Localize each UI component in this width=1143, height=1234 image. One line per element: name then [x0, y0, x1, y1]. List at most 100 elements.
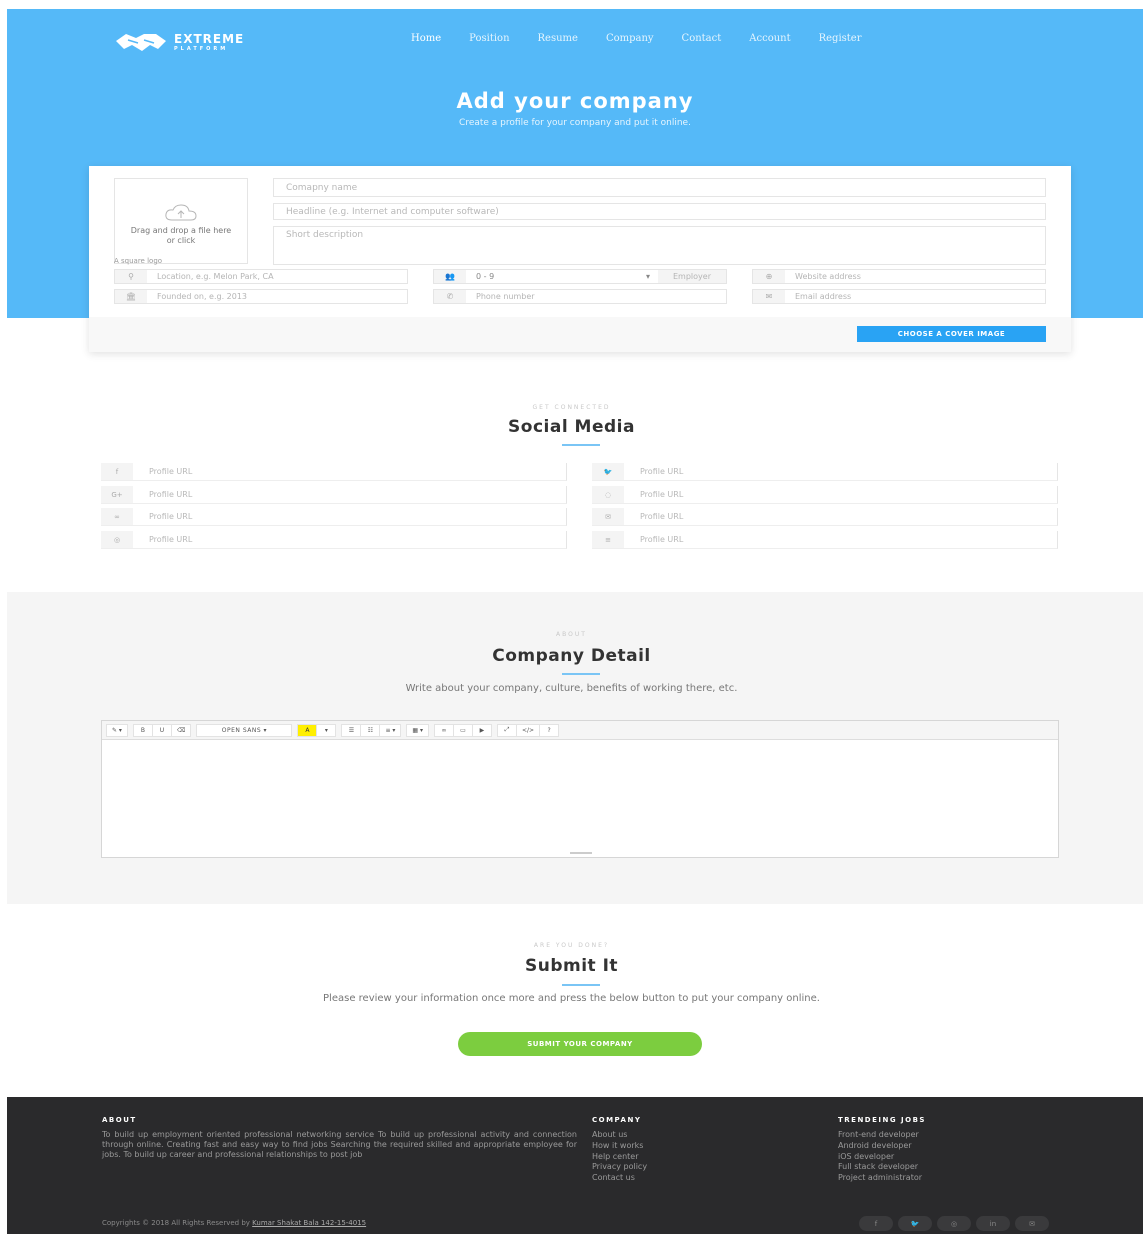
footer-dribbble-icon[interactable]: ◎	[937, 1216, 971, 1231]
location-field[interactable]: ⚲ Location, e.g. Melon Park, CA	[114, 269, 408, 284]
users-icon: 👥	[434, 270, 466, 283]
flickr-url-field[interactable]: ∞ Profile URL	[101, 508, 567, 526]
text-color-button[interactable]: A	[297, 723, 318, 737]
website-placeholder: Website address	[795, 272, 861, 281]
chevron-down-icon: ▾	[645, 272, 650, 281]
choose-cover-image-button[interactable]: CHOOSE A COVER IMAGE	[857, 326, 1046, 342]
facebook-url-field[interactable]: f Profile URL	[101, 463, 567, 481]
editor-toolbar: ✎ ▾ B U ⌫ OPEN SANS ▾ A ▾ ☰ ☷ ≡ ▾ ▦ ▾ ∞ …	[102, 721, 1058, 740]
google-plus-url-field[interactable]: G+ Profile URL	[101, 486, 567, 504]
video-button[interactable]: ▶	[471, 723, 492, 737]
facebook-icon: f	[101, 463, 133, 480]
footer-jobs-links: Front-end developer Android developer iO…	[838, 1130, 922, 1184]
rich-text-editor[interactable]: ✎ ▾ B U ⌫ OPEN SANS ▾ A ▾ ☰ ☷ ≡ ▾ ▦ ▾ ∞ …	[101, 720, 1059, 858]
footer-linkedin-icon[interactable]: in	[976, 1216, 1010, 1231]
email-field[interactable]: ✉ Email address	[752, 289, 1046, 304]
help-button[interactable]: ?	[539, 723, 560, 737]
nav-account[interactable]: Account	[749, 33, 790, 44]
site-footer: ABOUT To build up employment oriented pr…	[7, 1097, 1143, 1234]
style-dropdown[interactable]: ✎ ▾	[106, 723, 128, 737]
brand-line2: PLATFORM	[174, 45, 229, 52]
footer-company-links: About us How it works Help center Privac…	[592, 1130, 647, 1184]
envelope-url-field[interactable]: ✉ Profile URL	[592, 508, 1058, 526]
twitter-placeholder: Profile URL	[640, 467, 684, 476]
page-subtitle: Create a profile for your company and pu…	[459, 118, 691, 128]
eraser-button[interactable]: ⌫	[170, 723, 192, 737]
nav-resume[interactable]: Resume	[538, 33, 578, 44]
submit-lead: Please review your information once more…	[323, 993, 820, 1004]
footer-envelope-icon[interactable]: ✉	[1015, 1216, 1049, 1231]
employees-select[interactable]: 👥 0 - 9 ▾ Employer	[433, 269, 727, 284]
dribbble-url-field[interactable]: ◎ Profile URL	[101, 531, 567, 549]
footer-link-how-it-works[interactable]: How it works	[592, 1141, 647, 1152]
github-placeholder: Profile URL	[640, 490, 684, 499]
nav-contact[interactable]: Contact	[682, 33, 722, 44]
font-family-dropdown[interactable]: OPEN SANS ▾	[196, 723, 293, 737]
nav-home[interactable]: Home	[411, 33, 441, 44]
company-name-input[interactable]: Comapny name	[273, 178, 1046, 197]
email-placeholder: Email address	[795, 292, 852, 301]
flickr-placeholder: Profile URL	[149, 512, 193, 521]
footer-link-privacy[interactable]: Privacy policy	[592, 1162, 647, 1173]
picture-button[interactable]: ▭	[452, 723, 473, 737]
brand[interactable]: EXTREME PLATFORM	[114, 31, 244, 53]
nav-company[interactable]: Company	[606, 33, 654, 44]
link-button[interactable]: ∞	[433, 723, 454, 737]
submit-company-button[interactable]: SUBMIT YOUR COMPANY	[458, 1032, 702, 1056]
github-url-field[interactable]: ◌ Profile URL	[592, 486, 1058, 504]
phone-placeholder: Phone number	[476, 292, 535, 301]
footer-job-ios[interactable]: iOS developer	[838, 1152, 922, 1163]
paragraph-dropdown[interactable]: ≡ ▾	[379, 723, 402, 737]
detail-divider	[562, 673, 600, 675]
founded-placeholder: Founded on, e.g. 2013	[157, 292, 248, 301]
footer-job-frontend[interactable]: Front-end developer	[838, 1130, 922, 1141]
twitter-icon: 🐦	[592, 463, 624, 480]
phone-field[interactable]: ✆ Phone number	[433, 289, 727, 304]
social-title: Social Media	[508, 417, 635, 437]
facebook-placeholder: Profile URL	[149, 467, 193, 476]
code-view-button[interactable]: </>	[515, 723, 541, 737]
envelope-icon: ✉	[592, 508, 624, 525]
envelope-icon: ✉	[753, 290, 785, 303]
footer-job-project-admin[interactable]: Project administrator	[838, 1173, 922, 1184]
editor-resize-handle[interactable]	[570, 852, 592, 854]
footer-link-help-center[interactable]: Help center	[592, 1152, 647, 1163]
fullscreen-button[interactable]: ⤢	[496, 723, 517, 737]
footer-twitter-icon[interactable]: 🐦	[898, 1216, 932, 1231]
footer-job-fullstack[interactable]: Full stack developer	[838, 1162, 922, 1173]
location-placeholder: Location, e.g. Melon Park, CA	[157, 272, 274, 281]
globe-icon: ⊕	[753, 270, 785, 283]
short-description-textarea[interactable]: Short description	[273, 226, 1046, 265]
submit-kicker: ARE YOU DONE?	[533, 942, 610, 949]
flickr-icon: ∞	[101, 508, 133, 525]
map-marker-icon: ⚲	[115, 270, 147, 283]
cloud-upload-icon	[165, 204, 197, 221]
ordered-list-button[interactable]: ☷	[360, 723, 381, 737]
founded-field[interactable]: 🏛 Founded on, e.g. 2013	[114, 289, 408, 304]
social-divider	[562, 444, 600, 446]
unordered-list-button[interactable]: ☰	[341, 723, 362, 737]
logo-dropzone[interactable]: Drag and drop a file here or click	[114, 178, 248, 264]
nav-register[interactable]: Register	[819, 33, 862, 44]
footer-link-contact[interactable]: Contact us	[592, 1173, 647, 1184]
bank-icon: 🏛	[115, 290, 147, 303]
footer-facebook-icon[interactable]: f	[859, 1216, 893, 1231]
footer-job-android[interactable]: Android developer	[838, 1141, 922, 1152]
envelope-placeholder: Profile URL	[640, 512, 684, 521]
table-dropdown[interactable]: ▦ ▾	[406, 723, 429, 737]
underline-button[interactable]: U	[151, 723, 172, 737]
headline-input[interactable]: Headline (e.g. Internet and computer sof…	[273, 203, 1046, 220]
copyright-text: Copyrights © 2018 All Rights Reserved by	[102, 1219, 253, 1227]
color-caret-button[interactable]: ▾	[316, 723, 337, 737]
twitter-url-field[interactable]: 🐦 Profile URL	[592, 463, 1058, 481]
copyright-author-link[interactable]: Kumar Shakat Bala 142-15-4015	[252, 1219, 366, 1227]
stackoverflow-url-field[interactable]: ≡ Profile URL	[592, 531, 1058, 549]
bold-button[interactable]: B	[132, 723, 153, 737]
nav-position[interactable]: Position	[469, 33, 509, 44]
dribbble-icon: ◎	[101, 531, 133, 548]
website-field[interactable]: ⊕ Website address	[752, 269, 1046, 284]
google-plus-icon: G+	[101, 486, 133, 503]
footer-link-about[interactable]: About us	[592, 1130, 647, 1141]
copyright: Copyrights © 2018 All Rights Reserved by…	[102, 1219, 366, 1227]
employees-range: 0 - 9	[476, 272, 495, 281]
